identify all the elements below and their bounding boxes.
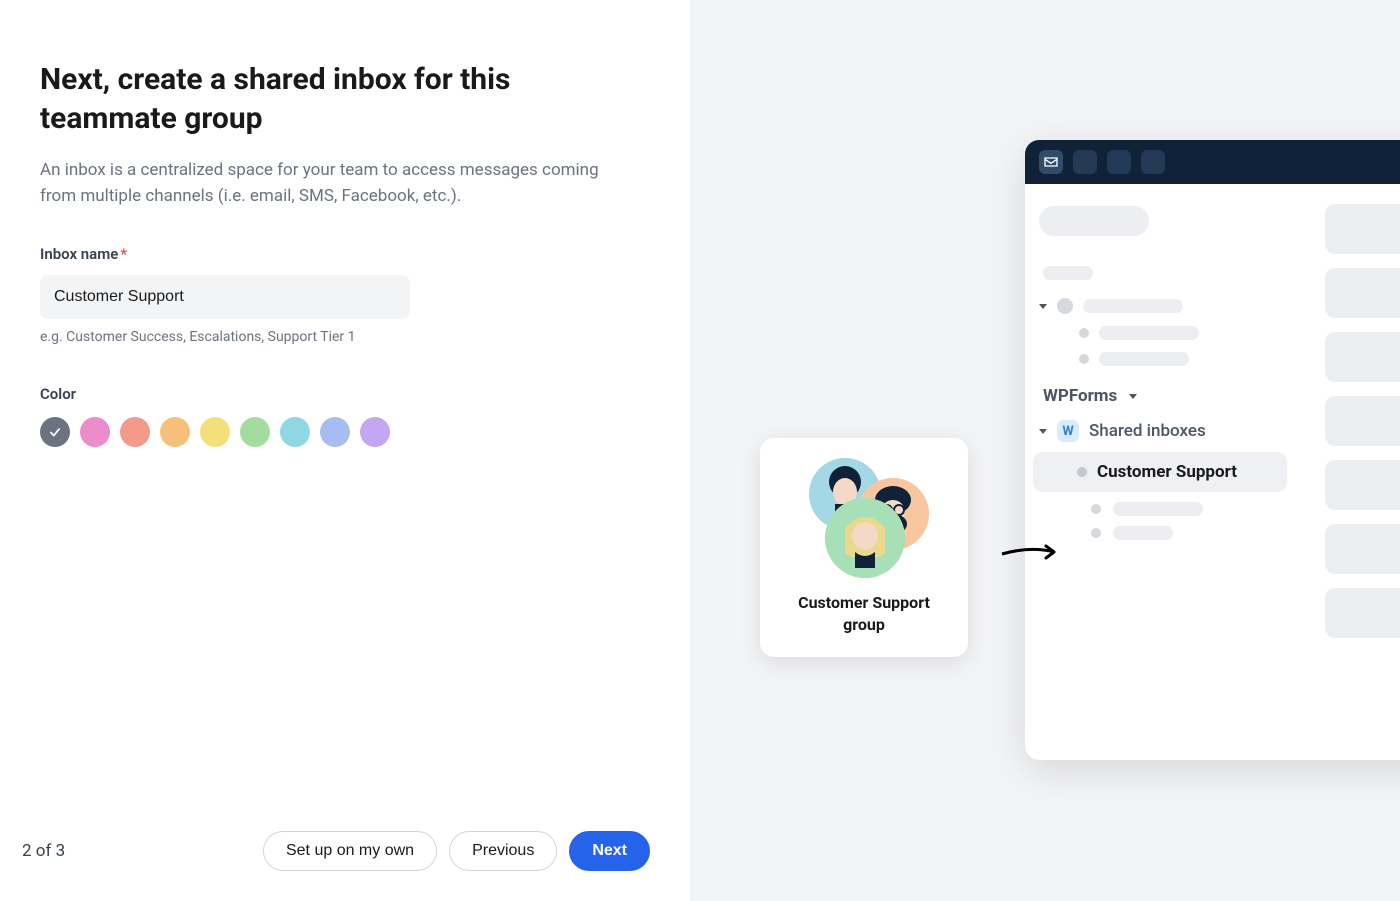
preview-content-column [1295, 184, 1400, 760]
color-swatch[interactable] [360, 417, 390, 447]
color-swatch[interactable] [280, 417, 310, 447]
workspace-badge: W [1057, 420, 1079, 442]
workspace-selector: WPForms [1043, 386, 1281, 406]
preview-titlebar [1025, 140, 1400, 184]
color-swatch[interactable] [120, 417, 150, 447]
page-title: Next, create a shared inbox for this tea… [40, 60, 620, 138]
color-swatch[interactable] [200, 417, 230, 447]
dot-icon [1079, 354, 1089, 364]
skeleton-placeholder [1325, 460, 1400, 510]
previous-button[interactable]: Previous [449, 831, 557, 871]
dot-icon [1077, 467, 1087, 477]
shared-inboxes-label: Shared inboxes [1089, 421, 1206, 441]
skeleton-placeholder [1325, 332, 1400, 382]
skeleton-placeholder [1325, 524, 1400, 574]
caret-down-icon [1129, 394, 1137, 399]
required-mark: * [120, 245, 127, 263]
group-card-label: Customer Support group [778, 592, 950, 635]
skeleton-placeholder [1099, 352, 1189, 366]
page-subtitle: An inbox is a centralized space for your… [40, 158, 600, 209]
skeleton-placeholder [1113, 502, 1203, 516]
app-preview-window: WPForms W Shared inboxes Customer Suppor… [1025, 140, 1400, 760]
skeleton-placeholder [1039, 206, 1149, 236]
skeleton-placeholder [1083, 299, 1183, 313]
color-swatch[interactable] [240, 417, 270, 447]
footer-buttons: Set up on my own Previous Next [263, 831, 650, 871]
inbox-icon [1039, 150, 1063, 174]
skeleton-tree-row [1039, 526, 1281, 540]
skeleton-tree-row [1039, 352, 1281, 366]
caret-down-icon [1039, 304, 1047, 309]
skeleton-tree-row [1039, 502, 1281, 516]
setup-on-my-own-button[interactable]: Set up on my own [263, 831, 437, 871]
check-icon [48, 425, 62, 439]
dot-icon [1057, 298, 1073, 314]
dot-icon [1091, 528, 1101, 538]
skeleton-placeholder [1325, 268, 1400, 318]
wizard-footer: 2 of 3 Set up on my own Previous Next [0, 831, 690, 871]
dot-icon [1091, 504, 1101, 514]
shared-inboxes-section: W Shared inboxes [1039, 420, 1281, 442]
titlebar-placeholder-icon [1107, 150, 1131, 174]
inbox-name-input[interactable] [40, 275, 410, 319]
skeleton-placeholder [1325, 204, 1400, 254]
color-swatch[interactable] [160, 417, 190, 447]
skeleton-placeholder [1325, 588, 1400, 638]
wizard-preview-panel: Customer Support group [690, 0, 1400, 901]
titlebar-placeholder-icon [1073, 150, 1097, 174]
color-swatch[interactable] [80, 417, 110, 447]
titlebar-placeholder-icon [1141, 150, 1165, 174]
skeleton-placeholder [1325, 396, 1400, 446]
dot-icon [1079, 328, 1089, 338]
avatar-cluster [799, 458, 929, 578]
inbox-name-label: Inbox name [40, 245, 118, 263]
color-swatch-row [40, 417, 650, 447]
color-field: Color [40, 385, 650, 447]
skeleton-placeholder [1113, 526, 1173, 540]
caret-down-icon [1039, 429, 1047, 434]
preview-sidebar: WPForms W Shared inboxes Customer Suppor… [1025, 184, 1295, 760]
color-label: Color [40, 385, 650, 403]
skeleton-tree-row [1039, 326, 1281, 340]
highlighted-inbox-name: Customer Support [1097, 462, 1237, 482]
step-indicator: 2 of 3 [22, 841, 65, 861]
skeleton-placeholder [1043, 266, 1093, 280]
skeleton-placeholder [1099, 326, 1199, 340]
group-card: Customer Support group [760, 438, 968, 657]
next-button[interactable]: Next [569, 831, 650, 871]
workspace-name: WPForms [1043, 386, 1117, 406]
inbox-name-field: Inbox name* e.g. Customer Success, Escal… [40, 245, 650, 345]
color-swatch-selected[interactable] [40, 417, 70, 447]
inbox-name-hint: e.g. Customer Success, Escalations, Supp… [40, 329, 650, 345]
arrow-annotation-icon [1000, 540, 1064, 568]
color-swatch[interactable] [320, 417, 350, 447]
avatar-illustration [825, 498, 905, 578]
wizard-left-panel: Next, create a shared inbox for this tea… [0, 0, 690, 901]
skeleton-tree-row [1039, 298, 1281, 314]
highlighted-inbox-row: Customer Support [1033, 452, 1287, 492]
